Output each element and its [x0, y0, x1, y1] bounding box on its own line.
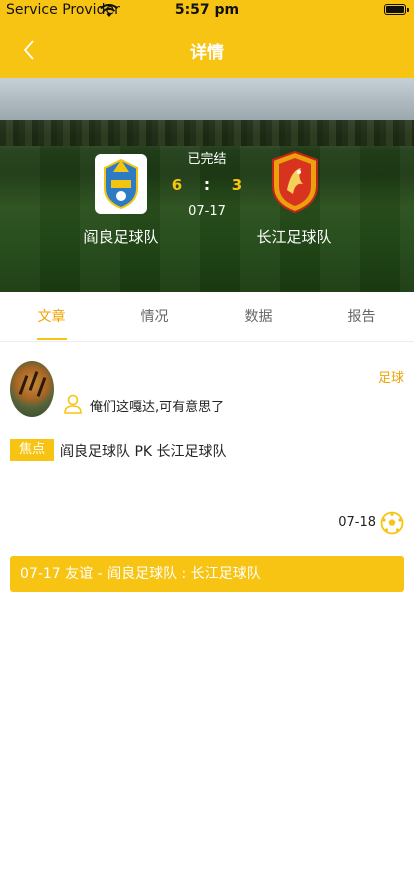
- away-team-name[interactable]: 长江足球队: [234, 226, 354, 247]
- soccer-ball-icon: [380, 511, 404, 535]
- tab-report[interactable]: 报告: [310, 292, 413, 342]
- focus-badge: 焦点: [10, 439, 54, 461]
- score-separator: :: [203, 175, 211, 194]
- tab-situation[interactable]: 情况: [103, 292, 206, 342]
- status-bar: Service Provider 5:57 pm: [0, 0, 414, 22]
- match-date: 07-17: [188, 204, 226, 219]
- user-icon: [64, 394, 82, 414]
- background-treeline: [0, 120, 414, 146]
- article-date: 07-18: [338, 515, 376, 530]
- focus-headline[interactable]: 阎良足球队 PK 长江足球队: [60, 441, 227, 461]
- tab-articles[interactable]: 文章: [0, 292, 103, 342]
- match-header: 已完结 6 : 3 07-17 阎良足球队 长江足球队: [0, 78, 414, 292]
- navigation-bar: 详情: [0, 22, 414, 78]
- match-status: 已完结: [187, 152, 227, 167]
- background-grass: [0, 146, 414, 292]
- tab-active-indicator: [37, 338, 67, 340]
- status-time: 5:57 pm: [174, 2, 240, 18]
- tab-data[interactable]: 数据: [207, 292, 310, 342]
- match-banner-text: 07-17 友谊 - 阎良足球队 : 长江足球队: [20, 566, 261, 582]
- tab-bar: 文章 情况 数据 报告: [0, 292, 414, 342]
- battery-icon: [384, 4, 409, 15]
- page-title: 详情: [190, 43, 224, 63]
- category-label[interactable]: 足球: [378, 367, 404, 386]
- match-banner[interactable]: 07-17 友谊 - 阎良足球队 : 长江足球队: [10, 556, 404, 592]
- home-team-name[interactable]: 阎良足球队: [61, 226, 181, 247]
- home-score: 6: [171, 176, 183, 194]
- away-score: 3: [231, 176, 243, 194]
- avatar[interactable]: [10, 361, 54, 417]
- article-summary[interactable]: 俺们这嘎达,可有意思了: [90, 396, 224, 415]
